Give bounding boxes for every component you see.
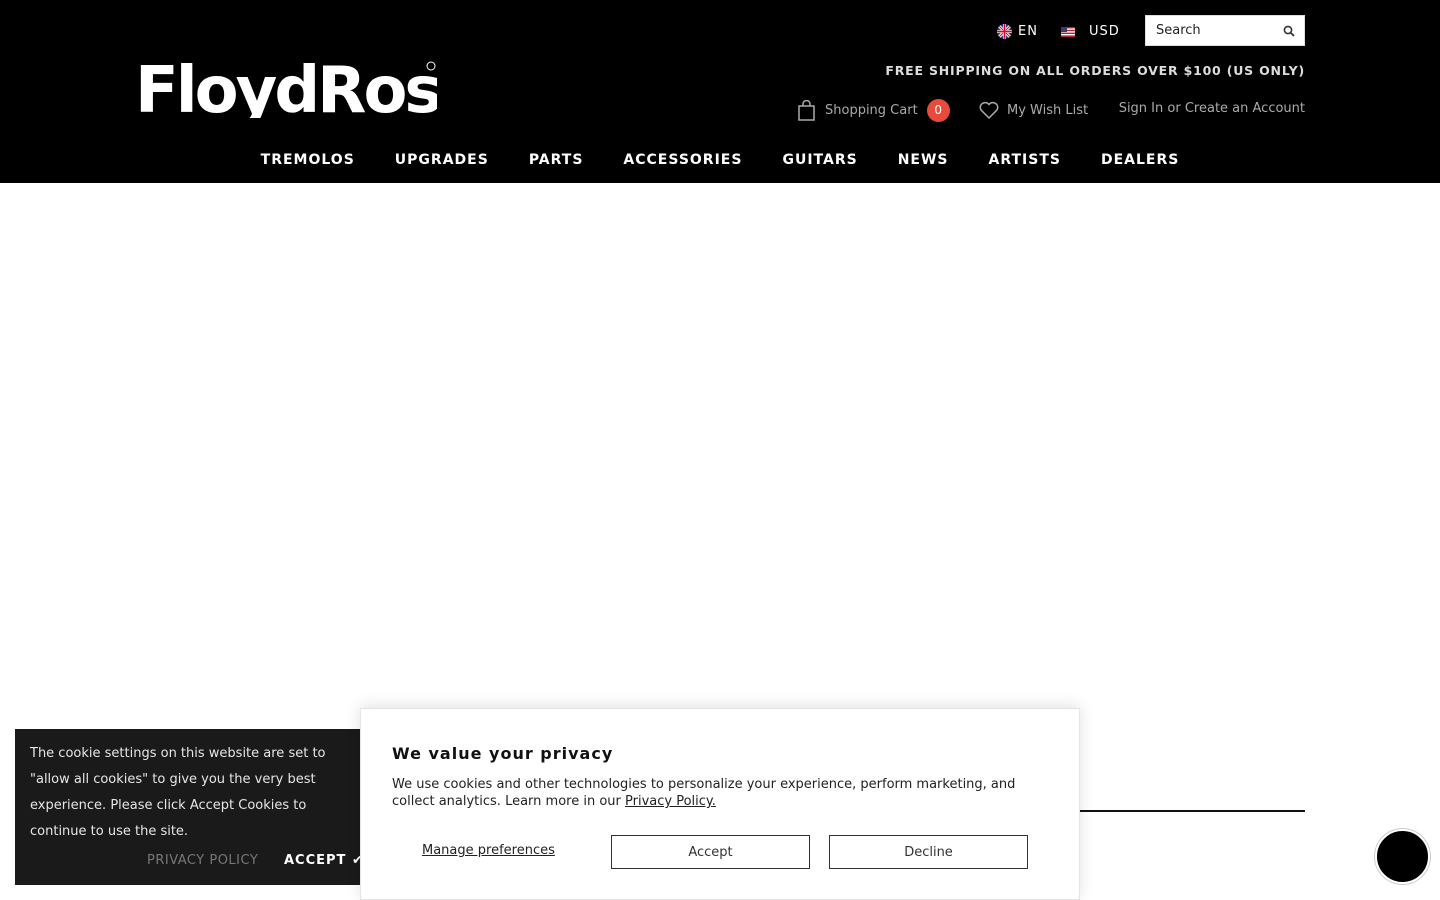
account-links: Sign In or Create an Account: [1119, 101, 1305, 119]
sign-in-link[interactable]: Sign In: [1119, 101, 1164, 116]
nav-item-news[interactable]: NEWS: [878, 148, 969, 172]
floyd-rose-logo[interactable]: FloydRose: [135, 54, 437, 118]
search-icon[interactable]: [1280, 22, 1298, 40]
wishlist-link[interactable]: My Wish List: [979, 99, 1088, 121]
search-input[interactable]: [1146, 16, 1276, 45]
nav-item-tremolos[interactable]: TREMOLOS: [241, 148, 375, 172]
chat-icon[interactable]: [1375, 829, 1430, 884]
main-nav: TREMOLOS UPGRADES PARTS ACCESSORIES GUIT…: [0, 148, 1440, 172]
nav-item-artists[interactable]: ARTISTS: [969, 148, 1081, 172]
language-label: EN: [1018, 23, 1038, 39]
privacy-policy-link[interactable]: Privacy Policy.: [625, 794, 716, 809]
nav-item-accessories[interactable]: ACCESSORIES: [603, 148, 762, 172]
accept-button[interactable]: Accept: [611, 835, 810, 869]
site-header: FloydRose EN: [0, 0, 1440, 183]
heart-icon: [979, 101, 999, 119]
nav-item-guitars[interactable]: GUITARS: [762, 148, 877, 172]
modal-title: We value your privacy: [392, 744, 614, 763]
modal-body: We use cookies and other technologies to…: [392, 776, 1057, 810]
wishlist-label: My Wish List: [1007, 102, 1089, 118]
nav-item-parts[interactable]: PARTS: [509, 148, 604, 172]
or-text: or: [1167, 101, 1181, 116]
manage-preferences-link[interactable]: Manage preferences: [422, 843, 555, 858]
cart-label: Shopping Cart: [825, 102, 918, 118]
privacy-consent-modal: We value your privacy We use cookies and…: [360, 708, 1080, 900]
currency-label: USD: [1089, 23, 1120, 39]
free-shipping-notice: FREE SHIPPING ON ALL ORDERS OVER $100 (U…: [885, 63, 1305, 78]
nav-item-upgrades[interactable]: UPGRADES: [375, 148, 509, 172]
content-divider: [1080, 810, 1305, 812]
uk-flag-icon: [997, 23, 1012, 39]
search-box: [1145, 15, 1305, 46]
create-account-link[interactable]: Create an Account: [1185, 101, 1305, 116]
us-flag-icon: [1061, 26, 1075, 37]
nav-item-dealers[interactable]: DEALERS: [1081, 148, 1199, 172]
language-selector[interactable]: EN: [997, 22, 1038, 40]
cookie-banner: The cookie settings on this website are …: [15, 729, 375, 885]
cookie-banner-text: The cookie settings on this website are …: [30, 746, 326, 839]
cookie-accept-button[interactable]: ACCEPT ✔: [284, 853, 364, 868]
cart-count-badge: 0: [926, 98, 950, 122]
svg-text:FloydRose: FloydRose: [135, 54, 437, 118]
cart-icon: [797, 99, 816, 121]
decline-button[interactable]: Decline: [829, 835, 1028, 869]
cookie-privacy-policy-link[interactable]: PRIVACY POLICY: [147, 853, 258, 868]
shopping-cart-link[interactable]: Shopping Cart 0: [797, 97, 950, 123]
currency-selector[interactable]: USD: [1061, 22, 1120, 40]
